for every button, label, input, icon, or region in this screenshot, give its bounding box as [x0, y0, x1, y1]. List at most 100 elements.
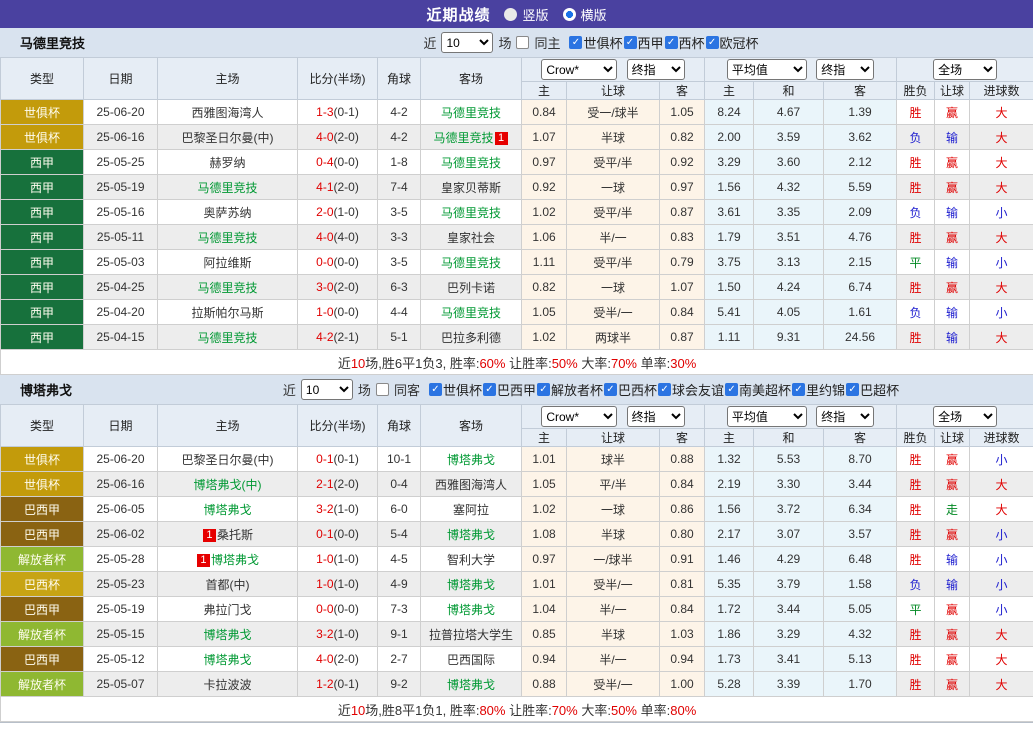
away-team-link[interactable]: 马德里竞技 — [441, 106, 501, 120]
checkbox-checked-icon[interactable]: ✓ — [623, 36, 637, 49]
result-handicap: 输 — [934, 249, 971, 275]
league-filter[interactable]: ✓ 南美超杯 — [725, 380, 791, 399]
checkbox-checked-icon[interactable]: ✓ — [658, 383, 672, 396]
score-cell: 0-0(0-0) — [297, 249, 378, 275]
away-team-link[interactable]: 马德里竞技 — [433, 131, 493, 145]
result-wdl: 平 — [896, 249, 936, 275]
home-team-link[interactable]: 马德里竞技 — [197, 231, 257, 245]
away-team-link[interactable]: 马德里竞技 — [441, 306, 501, 320]
league-filter[interactable]: ✓ 西杯 — [664, 33, 705, 52]
same-venue-checkbox[interactable] — [516, 36, 530, 49]
match-date: 25-06-20 — [83, 446, 158, 472]
home-team-link[interactable]: 阿拉维斯 — [203, 256, 251, 270]
home-team-link[interactable]: 博塔弗戈 — [203, 628, 251, 642]
away-team-link[interactable]: 皇家贝蒂斯 — [441, 181, 501, 195]
home-team-link[interactable]: 博塔弗戈(中) — [194, 478, 262, 492]
home-team-link[interactable]: 马德里竞技 — [197, 281, 257, 295]
final-odds-select[interactable]: 终指 — [626, 59, 685, 80]
home-team-link[interactable]: 卡拉波波 — [203, 678, 251, 692]
checkbox-checked-icon[interactable]: ✓ — [705, 36, 719, 49]
home-team-cell: 博塔弗戈 — [157, 621, 298, 647]
checkbox-checked-icon[interactable]: ✓ — [536, 383, 550, 396]
home-team-link[interactable]: 奥萨苏纳 — [203, 206, 251, 220]
home-team-link[interactable]: 西雅图海湾人 — [191, 106, 263, 120]
full-time-score: 1-3 — [316, 105, 334, 119]
away-team-link[interactable]: 马德里竞技 — [441, 156, 501, 170]
summary-row: 近10场,胜6平1负3, 胜率:60% 让胜率:50% 大率:70% 单率:30… — [0, 349, 1033, 375]
away-team-link[interactable]: 博塔弗戈 — [447, 603, 495, 617]
radio-unselected-icon[interactable] — [504, 7, 518, 21]
checkbox-checked-icon[interactable]: ✓ — [792, 383, 806, 396]
league-filter[interactable]: ✓ 解放者杯 — [536, 380, 603, 399]
checkbox-checked-icon[interactable]: ✓ — [428, 383, 442, 396]
away-team-link[interactable]: 马德里竞技 — [441, 206, 501, 220]
home-team-link[interactable]: 巴黎圣日尔曼(中) — [182, 131, 274, 145]
league-filter[interactable]: ✓ 欧冠杯 — [705, 33, 759, 52]
home-team-link[interactable]: 巴黎圣日尔曼(中) — [182, 453, 274, 467]
checkbox-checked-icon[interactable]: ✓ — [725, 383, 739, 396]
league-filter[interactable]: ✓ 巴超杯 — [846, 380, 899, 399]
average-odds-select[interactable]: 平均值 — [726, 59, 807, 80]
odds-company-select[interactable]: Crow* — [541, 406, 618, 427]
away-team-link[interactable]: 博塔弗戈 — [447, 678, 495, 692]
home-team-link[interactable]: 首都(中) — [206, 578, 250, 592]
away-team-link[interactable]: 巴列卡诺 — [447, 281, 495, 295]
league-filter[interactable]: ✓ 球会友谊 — [658, 380, 724, 399]
handicap-line: 半球 — [566, 124, 660, 150]
home-team-link[interactable]: 博塔弗戈 — [211, 553, 259, 567]
final-odds-select[interactable]: 终指 — [626, 406, 685, 427]
away-team-link[interactable]: 拉普拉塔大学生 — [429, 628, 513, 642]
summary-label: 近 — [337, 355, 351, 371]
home-team-cell: 马德里竞技 — [157, 324, 298, 350]
league-filter[interactable]: ✓ 巴西甲 — [482, 380, 536, 399]
league-filter[interactable]: ✓ 世俱杯 — [569, 33, 623, 52]
away-team-link[interactable]: 博塔弗戈 — [447, 528, 495, 542]
league-filter[interactable]: ✓ 世俱杯 — [428, 380, 482, 399]
odds-company-select[interactable]: Crow* — [541, 59, 618, 80]
league-filter[interactable]: ✓ 西甲 — [623, 33, 664, 52]
league-filter[interactable]: ✓ 巴西杯 — [604, 380, 657, 399]
checkbox-checked-icon[interactable]: ✓ — [569, 36, 583, 49]
match-scope-select[interactable]: 全场 — [933, 59, 998, 80]
home-team-link[interactable]: 拉斯帕尔马斯 — [191, 306, 263, 320]
away-team-link[interactable]: 马德里竞技 — [441, 256, 501, 270]
away-team-link[interactable]: 博塔弗戈 — [447, 578, 495, 592]
away-team-link[interactable]: 巴拉多利德 — [441, 331, 501, 345]
average-odds-select[interactable]: 平均值 — [726, 406, 807, 427]
near-label: 近 — [423, 36, 437, 51]
league-filter[interactable]: ✓ 里约锦 — [792, 380, 845, 399]
final-odds-select-2[interactable]: 终指 — [816, 59, 875, 80]
away-team-link[interactable]: 巴西国际 — [447, 653, 495, 667]
result-goals: 大 — [969, 274, 1033, 300]
radio-horizontal-layout[interactable]: 横版 — [562, 5, 607, 24]
result-handicap: 赢 — [934, 149, 971, 175]
home-team-cell: 1 桑托斯 — [157, 521, 298, 547]
final-odds-select-2[interactable]: 终指 — [816, 406, 875, 427]
checkbox-checked-icon[interactable]: ✓ — [604, 383, 617, 396]
same-venue-checkbox[interactable] — [375, 383, 389, 396]
filter-controls: 近 10 场 同客 ✓ 世俱杯 ✓ 巴西甲 ✓ 解放者杯 ✓ 巴西杯 ✓ 球会友谊 ✓ 南美超杯 ✓ 里约… — [150, 379, 1033, 400]
home-team-link[interactable]: 博塔弗戈 — [203, 653, 251, 667]
away-team-link[interactable]: 博塔弗戈 — [447, 453, 495, 467]
score-cell: 3-2(1-0) — [297, 621, 378, 647]
checkbox-checked-icon[interactable]: ✓ — [482, 383, 496, 396]
away-team-link[interactable]: 智利大学 — [447, 553, 495, 567]
radio-vertical-layout[interactable]: 竖版 — [504, 5, 549, 24]
away-team-link[interactable]: 西雅图海湾人 — [435, 478, 507, 492]
matches-body: 世俱杯 25-06-20 巴黎圣日尔曼(中) 0-1(0-1) 10-1 博塔弗戈 1.01… — [0, 446, 1033, 697]
match-scope-select[interactable]: 全场 — [933, 406, 998, 427]
radio-selected-icon[interactable] — [562, 7, 576, 21]
home-team-link[interactable]: 弗拉门戈 — [203, 603, 251, 617]
home-team-link[interactable]: 马德里竞技 — [197, 331, 257, 345]
away-team-link[interactable]: 塞阿拉 — [453, 503, 489, 517]
recent-count-select[interactable]: 10 — [300, 379, 353, 400]
home-team-link[interactable]: 赫罗纳 — [209, 156, 245, 170]
home-team-link[interactable]: 博塔弗戈 — [203, 503, 251, 517]
home-team-link[interactable]: 马德里竞技 — [197, 181, 257, 195]
handicap-line: 受一/球半 — [566, 99, 660, 125]
recent-count-select[interactable]: 10 — [441, 32, 494, 53]
checkbox-checked-icon[interactable]: ✓ — [846, 383, 860, 396]
home-team-link[interactable]: 桑托斯 — [217, 528, 253, 542]
away-team-link[interactable]: 皇家社会 — [447, 231, 495, 245]
checkbox-checked-icon[interactable]: ✓ — [664, 36, 678, 49]
